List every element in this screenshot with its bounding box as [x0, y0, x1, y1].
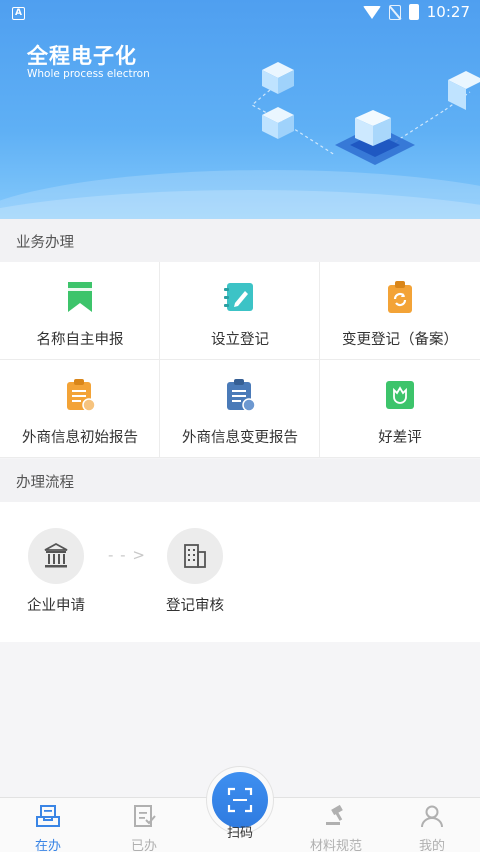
service-label: 外商信息初始报告	[22, 430, 138, 446]
process-step-circle	[167, 528, 223, 584]
process-step-review[interactable]: 登记审核	[150, 528, 240, 615]
service-change-registration[interactable]: 变更登记（备案）	[320, 262, 480, 360]
banner-title: 全程电子化	[27, 44, 137, 68]
process-arrow-icon: - - >	[108, 546, 146, 564]
bank-building-icon	[44, 542, 68, 568]
clipboard-list-icon	[67, 379, 96, 412]
status-bar: A 10:27	[0, 0, 480, 28]
services-section-title: 业务办理	[16, 235, 74, 251]
rating-flower-icon	[386, 381, 414, 409]
services-section-header: 业务办理	[0, 219, 480, 262]
service-foreign-change-report[interactable]: 外商信息变更报告	[160, 360, 320, 458]
service-foreign-initial-report[interactable]: 外商信息初始报告	[0, 360, 160, 458]
service-label: 变更登记（备案）	[342, 332, 458, 348]
service-establish-registration[interactable]: 设立登记	[160, 262, 320, 360]
banner-subtitle: Whole process electron	[27, 68, 150, 80]
service-label: 设立登记	[211, 332, 269, 348]
process-step-circle	[28, 528, 84, 584]
service-rating[interactable]: 好差评	[320, 360, 480, 458]
scan-icon	[227, 787, 253, 813]
service-label: 好差评	[378, 430, 422, 446]
app-notification-icon: A	[12, 7, 25, 20]
process-section-title: 办理流程	[16, 475, 74, 491]
service-label: 名称自主申报	[36, 332, 124, 348]
isometric-cubes-illustration	[250, 62, 480, 165]
process-step-label: 企业申请	[27, 598, 85, 614]
services-grid: 名称自主申报 设立登记 变更登记（备案） 外商信息初始报告 外商信息变更报告 好…	[0, 262, 480, 458]
office-building-icon	[184, 544, 206, 568]
notebook-pen-icon	[224, 283, 253, 311]
service-name-declaration[interactable]: 名称自主申报	[0, 262, 160, 360]
clipboard-exchange-icon	[227, 379, 256, 412]
battery-icon	[408, 4, 419, 20]
scan-button-circle	[212, 772, 268, 828]
no-sim-icon	[388, 4, 401, 20]
process-section-header: 办理流程	[0, 459, 480, 502]
process-step-application[interactable]: 企业申请	[11, 528, 101, 615]
wifi-icon	[362, 5, 381, 19]
hero-banner: A 10:27 全程电子化 Whole process electron	[0, 0, 480, 219]
process-step-label: 登记审核	[166, 598, 224, 614]
service-label: 外商信息变更报告	[182, 430, 298, 446]
bookmark-icon	[68, 282, 92, 312]
scan-label: 扫码	[226, 826, 253, 841]
clipboard-refresh-icon	[388, 281, 412, 313]
process-flow: 企业申请 - - > 登记审核	[0, 502, 480, 642]
status-time: 10:27	[426, 3, 470, 21]
